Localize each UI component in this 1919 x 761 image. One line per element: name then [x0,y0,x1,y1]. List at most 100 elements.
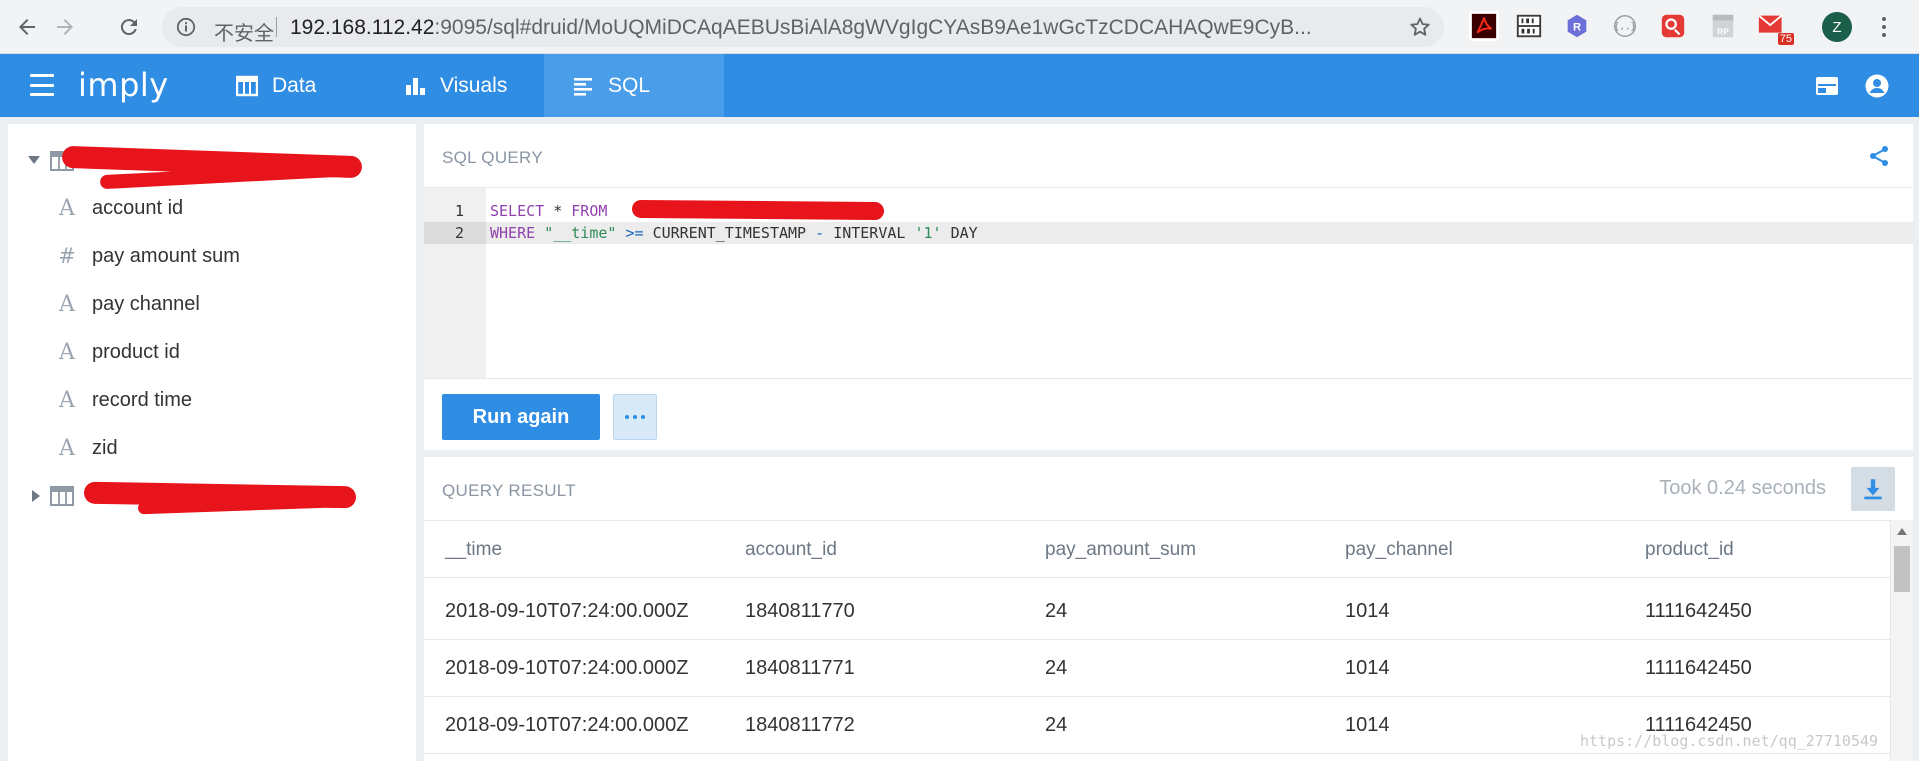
datasource-table-icon [50,486,74,506]
tab-data-label: Data [272,73,317,97]
query-duration: Took 0.24 seconds [1659,477,1826,499]
binary-icon [1516,14,1542,38]
bookmark-star-icon[interactable] [1408,15,1432,39]
table-cell: 1014 [1345,600,1390,622]
text-lines-icon [574,77,592,96]
url-text[interactable]: 192.168.112.42:9095/sql#druid/MoUQMiDCAq… [290,16,1380,40]
address-bar[interactable]: 不安全 192.168.112.42:9095/sql#druid/MoUQMi… [162,7,1444,47]
table-cell: 1840811771 [745,657,855,679]
query-result-title: QUERY RESULT [442,481,576,500]
svg-text:RP: RP [1717,26,1729,36]
line-number: 1 [454,202,464,220]
red-extension-icon[interactable] [1658,11,1688,41]
run-again-button[interactable]: Run again [442,394,600,440]
info-icon[interactable] [176,17,196,37]
imply-logo[interactable]: imply [78,66,169,104]
sql-operator: - [815,224,825,242]
mail-extension-icon[interactable]: 75 [1756,11,1794,45]
sql-keyword: INTERVAL [833,224,906,242]
r-extension-icon[interactable]: R [1562,11,1592,41]
column-name: account id [92,197,184,219]
bar-chart-icon [406,77,425,95]
hamburger-menu-icon[interactable] [30,74,54,96]
query-result-panel: QUERY RESULT Took 0.24 seconds __time ac… [424,457,1913,761]
table-cell: 1840811770 [745,600,855,622]
user-account-icon[interactable] [1864,73,1890,99]
string-type-icon: A [59,340,75,365]
arrow-right-icon [57,19,73,35]
column-name: record time [92,389,193,411]
back-button[interactable] [10,10,44,44]
column-name: product id [92,341,180,363]
result-scrollbar[interactable] [1890,520,1913,761]
tab-sql-label: SQL [608,73,651,97]
svg-text:R: R [1573,22,1581,34]
sql-editor[interactable]: 1 2 SELECT * FROM " WHERE "__time" >= CU… [424,187,1913,379]
table-icon [236,75,258,96]
reload-button[interactable] [112,10,146,44]
column-header[interactable]: product_id [1645,521,1734,578]
braces-extension-icon[interactable]: {..} [1610,11,1640,41]
layout-icon[interactable] [1814,73,1840,99]
string-type-icon: A [59,196,75,221]
tab-visuals[interactable]: Visuals [376,54,535,117]
rp-extension-icon[interactable]: RP [1708,11,1738,41]
caret-down-icon[interactable] [28,156,40,164]
string-type-icon: A [59,436,75,461]
column-item[interactable]: A zid [8,430,416,470]
code-line-2: WHERE "__time" >= CURRENT_TIMESTAMP - IN… [490,224,978,242]
string-type-icon: A [59,388,75,413]
table-cell: 1111642450 [1645,600,1752,622]
column-header[interactable]: pay_amount_sum [1045,521,1196,578]
scroll-up-arrow-icon[interactable] [1897,528,1907,535]
datasource-sidebar: A account id # pay amount sum A pay chan… [8,124,416,761]
caret-right-icon[interactable] [32,490,40,502]
tab-data[interactable]: Data [208,54,344,117]
table-row[interactable]: 2018-09-10T07:24:00.000Z 1840811771 24 1… [424,640,1890,697]
table-cell: 24 [1045,657,1068,679]
table-cell: 2018-09-10T07:24:00.000Z [445,657,689,679]
table-cell: 24 [1045,714,1068,736]
column-header[interactable]: account_id [745,521,837,578]
column-header[interactable]: pay_channel [1345,521,1453,578]
column-item[interactable]: A record time [8,382,416,422]
column-item[interactable]: A account id [8,190,416,230]
url-path: :9095/sql#druid/MoUQMiDCAqAEBUsBiAlA8gWV… [434,16,1312,39]
table-row[interactable]: 2018-09-10T07:24:00.000Z 1840811770 24 1… [424,583,1890,640]
sql-keyword: SELECT [490,202,545,220]
column-item[interactable]: A product id [8,334,416,374]
scrollbar-thumb[interactable] [1894,546,1910,592]
pdf-extension-icon[interactable] [1469,11,1499,41]
share-icon[interactable] [1867,144,1891,168]
download-button[interactable] [1851,467,1895,511]
hexagon-r-icon: R [1567,14,1587,38]
sql-keyword: FROM [571,202,608,220]
sql-function: CURRENT_TIMESTAMP [652,224,807,242]
profile-avatar[interactable]: Z [1822,12,1852,42]
column-header[interactable]: __time [445,521,502,578]
svg-text:{..}: {..} [1614,22,1636,33]
forward-button[interactable] [48,10,82,44]
table-cell: 24 [1045,600,1068,622]
column-name: zid [92,437,118,459]
table-cell: 1014 [1345,657,1390,679]
tab-sql[interactable]: SQL [544,54,724,117]
rp-icon: RP [1712,14,1734,38]
sql-identifier: "__time" [544,224,617,242]
result-table: __time account_id pay_amount_sum pay_cha… [424,520,1890,754]
security-label: 不安全 [214,21,274,45]
browser-toolbar: 不安全 192.168.112.42:9095/sql#druid/MoUQMi… [0,0,1919,54]
browser-menu-icon[interactable] [1874,12,1894,42]
app-header: imply Data Visuals SQL [0,54,1919,117]
url-host: 192.168.112.42 [290,16,435,39]
binary-extension-icon[interactable] [1514,11,1544,41]
table-header-row: __time account_id pay_amount_sum pay_cha… [424,521,1890,578]
more-options-button[interactable] [613,394,657,440]
arrow-left-icon [19,19,35,35]
column-name: pay amount sum [92,245,240,267]
column-item[interactable]: # pay amount sum [8,238,416,278]
sql-keyword: DAY [950,224,978,242]
string-type-icon: A [59,292,75,317]
column-item[interactable]: A pay channel [8,286,416,326]
table-cell: 2018-09-10T07:24:00.000Z [445,600,689,622]
